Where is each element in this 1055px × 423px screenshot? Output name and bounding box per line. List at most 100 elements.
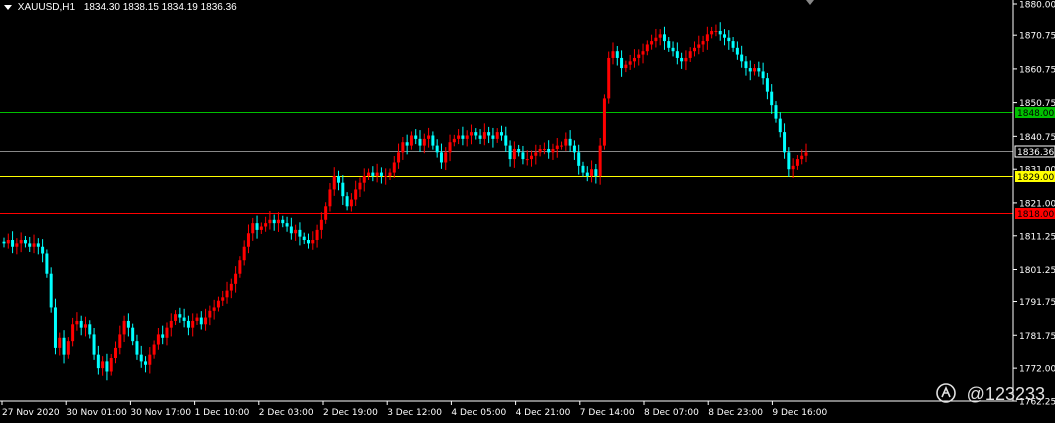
candle [594,163,598,184]
current-price-label: 1836.36 [1017,148,1054,158]
candle-body [744,61,748,69]
time-tick-label: 7 Dec 14:00 [580,408,635,418]
candle [49,267,53,313]
candle-body [285,223,289,227]
candle [199,311,203,330]
candle-body [371,172,375,176]
candle [701,35,705,53]
candle [388,168,392,180]
candle-body [152,344,156,355]
candle [637,49,641,66]
candle [375,163,379,183]
candle [804,143,808,163]
candle-body [358,182,362,190]
candle [28,236,32,252]
candle [560,141,564,150]
candle-body [650,41,654,45]
price-chart[interactable]: 1880.001870.751860.751850.751840.751831.… [0,0,1055,423]
candle [723,29,727,46]
candle-body [688,51,692,58]
candle-body [379,172,383,176]
candle [328,183,332,212]
candle [379,167,383,184]
candle [156,328,160,350]
candle [92,328,96,360]
candle-body [281,219,285,224]
candle [650,34,654,50]
candle-body [478,135,482,139]
candle-body [765,78,769,92]
candle-body [418,138,422,146]
candle-body [692,47,696,52]
candle-body [71,324,75,342]
candle [602,94,606,150]
candle [564,132,568,151]
chart-area[interactable]: 1880.00 1870.75 1860.75 1850.75 1840.75 1831.… [0,0,1055,423]
candle-body [431,135,435,146]
candle [319,212,323,239]
candle [774,101,778,123]
level-price-label: 1829.00 [1017,173,1054,183]
candle-body [448,142,452,153]
candle [508,140,512,167]
candle [397,143,401,169]
candle-body [139,354,143,362]
candle-body [28,243,32,247]
candle-body [525,159,529,161]
candle [341,175,345,205]
candle-body [58,337,62,348]
candle-body [307,240,311,244]
candle-body [409,135,413,146]
candle-body [491,135,495,139]
candle [487,126,491,144]
candle [23,235,27,248]
candle-body [11,240,15,247]
candle [530,150,534,167]
candle-body [105,361,109,372]
watermark-logo-icon [935,383,956,403]
candle [139,345,143,368]
candle [131,323,135,346]
candle-body [457,135,461,139]
candle [568,130,572,153]
candle-body [469,132,473,136]
time-tick-label: 8 Dec 07:00 [644,408,699,418]
dropdown-arrow-icon[interactable] [4,4,12,10]
candle [457,129,461,145]
candle [465,130,469,147]
candle-body [770,91,774,106]
candle-body [62,337,66,355]
candle [727,30,731,50]
candle [542,142,546,155]
candle [628,54,632,70]
candle-body [590,169,594,176]
candle [658,29,662,46]
candle-body [568,138,572,146]
candle-body [126,320,130,328]
candle [585,166,589,182]
candle [765,72,769,100]
candle [367,168,371,180]
time-tick-label: 3 Dec 12:00 [387,408,442,418]
candle [281,215,285,228]
candle-body [461,135,465,139]
candle [358,177,362,198]
candle [680,52,684,69]
candle-body [328,189,332,207]
candle-body [75,320,79,325]
candle [521,145,525,165]
candle [178,307,182,323]
candle-body [49,273,53,308]
candle [517,144,521,157]
candle [337,170,341,191]
candle [770,84,774,114]
candle [165,322,169,346]
candle-body [710,30,714,35]
candle [234,266,238,293]
chart-shift-marker-icon[interactable] [806,0,814,5]
candle-body [757,68,761,72]
candle [58,332,62,356]
candle-body [705,34,709,42]
candle-body [332,175,336,190]
candle [221,290,225,306]
